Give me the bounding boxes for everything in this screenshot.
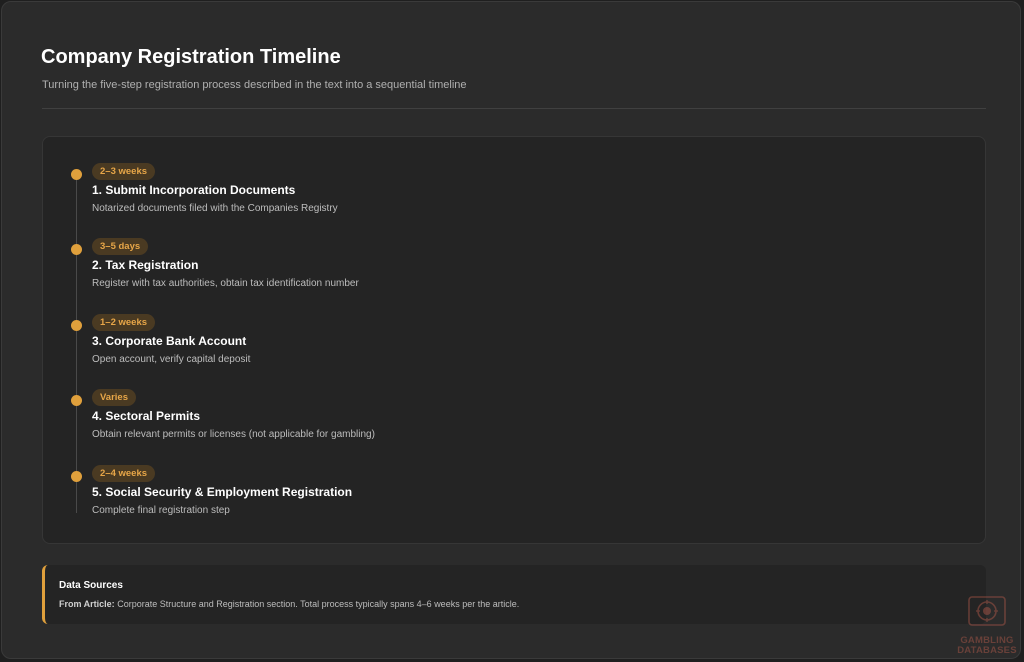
timeline-dot: [71, 471, 82, 482]
timeline-dot: [71, 244, 82, 255]
timeline-dot: [71, 169, 82, 180]
step-description: Notarized documents filed with the Compa…: [92, 203, 338, 214]
timeline-line: [76, 173, 77, 513]
step-title: 1. Submit Incorporation Documents: [92, 183, 296, 197]
duration-badge: 3–5 days: [92, 238, 149, 255]
timeline-dot: [71, 395, 82, 406]
data-sources-box: Data Sources From Article: Corporate Str…: [42, 565, 986, 624]
header-divider: [42, 108, 986, 109]
step-description: Obtain relevant permits or licenses (not…: [92, 429, 375, 440]
page-title: Company Registration Timeline: [41, 46, 341, 68]
watermark-logo: GAMBLING DATABASES: [952, 594, 1022, 660]
duration-badge: 2–3 weeks: [92, 163, 156, 180]
page-subtitle: Turning the five-step registration proce…: [42, 79, 467, 91]
step-title: 2. Tax Registration: [92, 258, 199, 272]
sources-body: Corporate Structure and Registration sec…: [114, 599, 520, 609]
step-description: Open account, verify capital deposit: [92, 354, 251, 365]
duration-badge: Varies: [92, 389, 136, 406]
step-title: 5. Social Security & Employment Registra…: [92, 485, 353, 499]
watermark-line-2: DATABASES: [957, 645, 1017, 656]
step-description: Register with tax authorities, obtain ta…: [92, 278, 359, 289]
step-title: 4. Sectoral Permits: [92, 409, 201, 423]
timeline-dot: [71, 320, 82, 331]
sources-text: From Article: Corporate Structure and Re…: [59, 599, 519, 609]
casino-chip-icon: [968, 596, 1006, 626]
sources-title: Data Sources: [59, 580, 123, 591]
duration-badge: 2–4 weeks: [92, 465, 156, 482]
page-frame: Company Registration Timeline Turning th…: [1, 1, 1021, 659]
step-description: Complete final registration step: [92, 505, 230, 516]
timeline-card: 2–3 weeks 1. Submit Incorporation Docume…: [42, 136, 986, 544]
watermark-text: GAMBLING DATABASES: [952, 636, 1022, 656]
step-title: 3. Corporate Bank Account: [92, 334, 247, 348]
duration-badge: 1–2 weeks: [92, 314, 156, 331]
sources-label: From Article:: [59, 599, 115, 609]
